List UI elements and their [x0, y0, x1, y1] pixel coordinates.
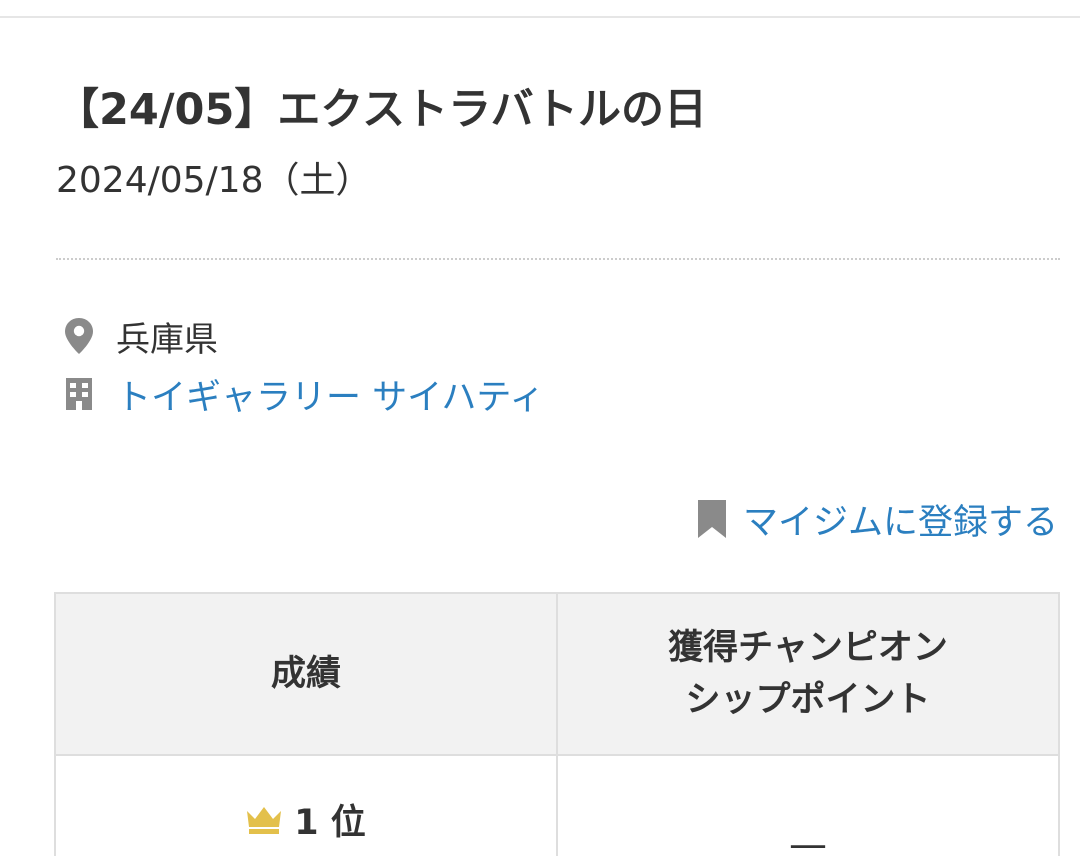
points-header-line2: シップポイント: [685, 680, 931, 720]
register-mygym-link[interactable]: マイジムに登録する: [697, 494, 1058, 544]
location-pin-icon: [60, 316, 98, 356]
register-mygym-label: マイジムに登録する: [742, 502, 1058, 543]
points-value: —: [789, 822, 827, 856]
prefecture-text: 兵庫県: [116, 319, 218, 360]
crown-icon: [246, 805, 282, 835]
event-date: 2024/05/18（土）: [56, 160, 372, 201]
points-cell: —: [556, 754, 1060, 856]
event-detail-page: 【24/05】エクストラバトルの日 2024/05/18（土） 兵庫県 トイギャ…: [0, 0, 1080, 856]
dotted-divider: [56, 258, 1060, 260]
points-column-header: 獲得チャンピオン シップポイント: [556, 592, 1060, 756]
table-row: 1 位 —: [54, 754, 1060, 856]
result-column-header: 成績: [54, 592, 558, 756]
rank-value: 1 位: [294, 803, 366, 843]
rank-value-wrap: 1 位: [246, 756, 366, 845]
top-divider: [0, 16, 1080, 18]
result-header-label: 成績: [270, 654, 341, 694]
shop-link[interactable]: トイギャラリー サイハティ: [116, 369, 544, 420]
rank-cell: 1 位: [54, 754, 558, 856]
shop-row: トイギャラリー サイハティ: [60, 370, 544, 418]
points-header-line1: 獲得チャンピオン: [668, 628, 948, 668]
building-icon: [60, 374, 98, 414]
table-header-row: 成績 獲得チャンピオン シップポイント: [54, 592, 1060, 756]
event-title: 【24/05】エクストラバトルの日: [56, 85, 707, 135]
bookmark-icon: [697, 499, 727, 539]
prefecture-row: 兵庫県: [60, 312, 218, 360]
results-table: 成績 獲得チャンピオン シップポイント 1 位 —: [54, 592, 1060, 856]
